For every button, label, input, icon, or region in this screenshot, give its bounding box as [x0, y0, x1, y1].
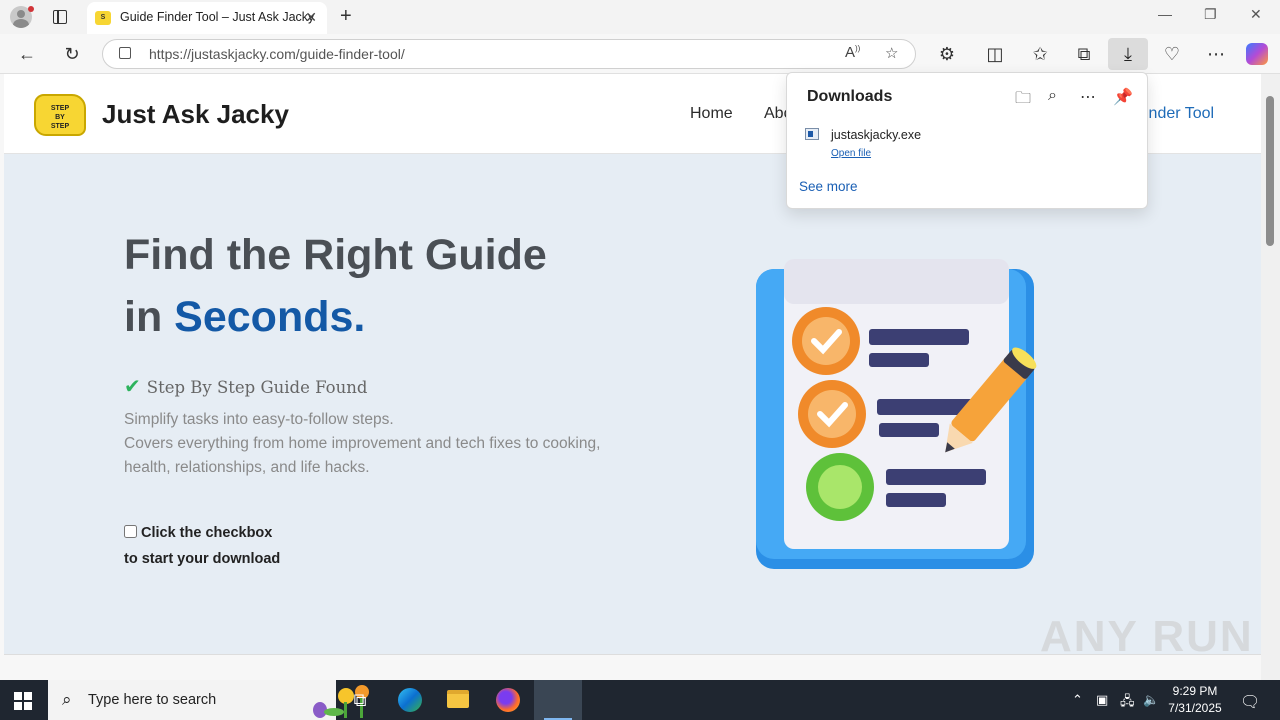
browser-tab[interactable]: S Guide Finder Tool – Just Ask Jacky ✕: [87, 2, 327, 34]
tab-close-icon[interactable]: ✕: [305, 9, 317, 26]
hero-desc-line1: Simplify tasks into easy-to-follow steps…: [124, 411, 394, 428]
close-window-icon[interactable]: ✕: [1250, 6, 1262, 23]
clock-time: 9:29 PM: [1172, 684, 1218, 698]
guide-found-label: Step By Step Guide Found: [146, 378, 368, 397]
copilot-icon[interactable]: [1246, 43, 1268, 65]
search-placeholder[interactable]: Type here to search: [88, 692, 216, 708]
read-aloud-icon[interactable]: A)): [845, 44, 860, 61]
split-screen-icon[interactable]: ◫: [983, 42, 1007, 66]
clipboard-checklist-illustration: [756, 259, 1037, 569]
search-downloads-icon[interactable]: ⌕: [1048, 87, 1057, 105]
checkmark-icon: ✔: [124, 374, 141, 398]
site-logo[interactable]: STEP BY STEP: [34, 94, 86, 136]
notifications-icon[interactable]: 🗨: [1240, 692, 1260, 712]
back-icon[interactable]: ←: [15, 42, 39, 66]
tab-title: Guide Finder Tool – Just Ask Jacky: [120, 10, 315, 24]
volume-icon[interactable]: 🔈: [1143, 692, 1159, 708]
see-more-link[interactable]: See more: [799, 179, 858, 194]
open-file-link[interactable]: Open file: [831, 148, 871, 159]
restore-icon[interactable]: ❐: [1204, 6, 1217, 23]
scrollbar-thumb[interactable]: [1266, 96, 1274, 246]
checkbox-sub-label: to start your download: [124, 551, 281, 567]
browser-essentials-icon[interactable]: ♡: [1160, 42, 1184, 66]
nav-guide-finder-tool[interactable]: inder Tool: [1145, 105, 1214, 123]
downloads-button[interactable]: ⤓: [1108, 38, 1148, 70]
minimize-icon[interactable]: —: [1158, 6, 1172, 22]
profile-notification-dot: [28, 6, 34, 12]
vertical-scrollbar[interactable]: [1261, 74, 1280, 680]
open-folder-icon[interactable]: 🗀: [1015, 87, 1031, 114]
hero-title-accent: Seconds: [174, 293, 354, 341]
network-icon[interactable]: 🖧: [1120, 692, 1135, 714]
firefox-taskbar-icon[interactable]: [484, 680, 532, 720]
download-checkbox[interactable]: [124, 525, 137, 538]
more-options-icon[interactable]: ⋯: [1080, 87, 1096, 107]
site-name[interactable]: Just Ask Jacky: [102, 99, 289, 130]
anyrun-watermark: ANY RUN: [1040, 612, 1254, 661]
favorites-icon[interactable]: ✩: [1028, 42, 1052, 66]
taskbar-search[interactable]: ⌕ Type here to search: [48, 680, 369, 720]
url-text[interactable]: https://justaskjacky.com/guide-finder-to…: [149, 46, 405, 62]
more-menu-icon[interactable]: ⋯: [1204, 42, 1228, 66]
windows-taskbar: ⌕ Type here to search ⧉ ⌃ ▣ 🖧 🔈 9:29 PM …: [0, 680, 1280, 720]
file-explorer-icon[interactable]: [434, 680, 482, 720]
hero-description: Simplify tasks into easy-to-follow steps…: [124, 408, 644, 480]
hero-title-line1: Find the Right Guide: [124, 231, 547, 279]
tab-actions-icon[interactable]: [53, 10, 67, 24]
browser-toolbar: ← ↻ https://justaskjacky.com/guide-finde…: [0, 34, 1280, 74]
active-app-taskbar-item[interactable]: [534, 680, 582, 720]
hero-desc-line2: Covers everything from home improvement …: [124, 435, 601, 476]
guide-found-row: ✔ Step By Step Guide Found: [124, 374, 367, 398]
task-view-icon[interactable]: ⧉: [336, 680, 384, 720]
edge-taskbar-icon[interactable]: [386, 680, 434, 720]
download-checkbox-block: Click the checkbox to start your downloa…: [124, 520, 280, 572]
hero-title-line2: in Seconds.: [124, 286, 547, 348]
extensions-icon[interactable]: ⚙: [935, 42, 959, 66]
hero-title-suffix: .: [353, 293, 366, 341]
hero-title-prefix: in: [124, 293, 175, 341]
exe-file-icon: [805, 128, 819, 140]
favorite-star-icon[interactable]: ☆: [885, 44, 898, 62]
address-bar[interactable]: https://justaskjacky.com/guide-finder-to…: [102, 39, 916, 69]
hero-title: Find the Right Guide in Seconds.: [124, 224, 547, 348]
search-icon: ⌕: [62, 690, 72, 709]
lock-icon: [119, 47, 131, 59]
downloads-panel: Downloads 🗀 ⌕ ⋯ 📌 justaskjacky.exe Open …: [786, 72, 1148, 209]
taskbar-clock[interactable]: 9:29 PM 7/31/2025: [1164, 683, 1226, 717]
start-button[interactable]: [14, 692, 32, 710]
pin-icon[interactable]: 📌: [1113, 87, 1133, 107]
checkbox-label[interactable]: Click the checkbox: [141, 525, 272, 541]
downloads-title: Downloads: [807, 88, 893, 105]
site-favicon-icon: S: [95, 11, 111, 25]
browser-tab-bar: S Guide Finder Tool – Just Ask Jacky ✕ +…: [0, 0, 1280, 34]
clock-date: 7/31/2025: [1168, 701, 1222, 715]
collections-icon[interactable]: ⧉: [1072, 42, 1096, 66]
download-file-name[interactable]: justaskjacky.exe: [831, 128, 921, 142]
refresh-icon[interactable]: ↻: [60, 42, 84, 66]
nav-home[interactable]: Home: [690, 105, 733, 123]
tray-device-icon[interactable]: ▣: [1096, 692, 1108, 708]
new-tab-button[interactable]: +: [340, 5, 352, 28]
tray-chevron-icon[interactable]: ⌃: [1072, 692, 1083, 708]
